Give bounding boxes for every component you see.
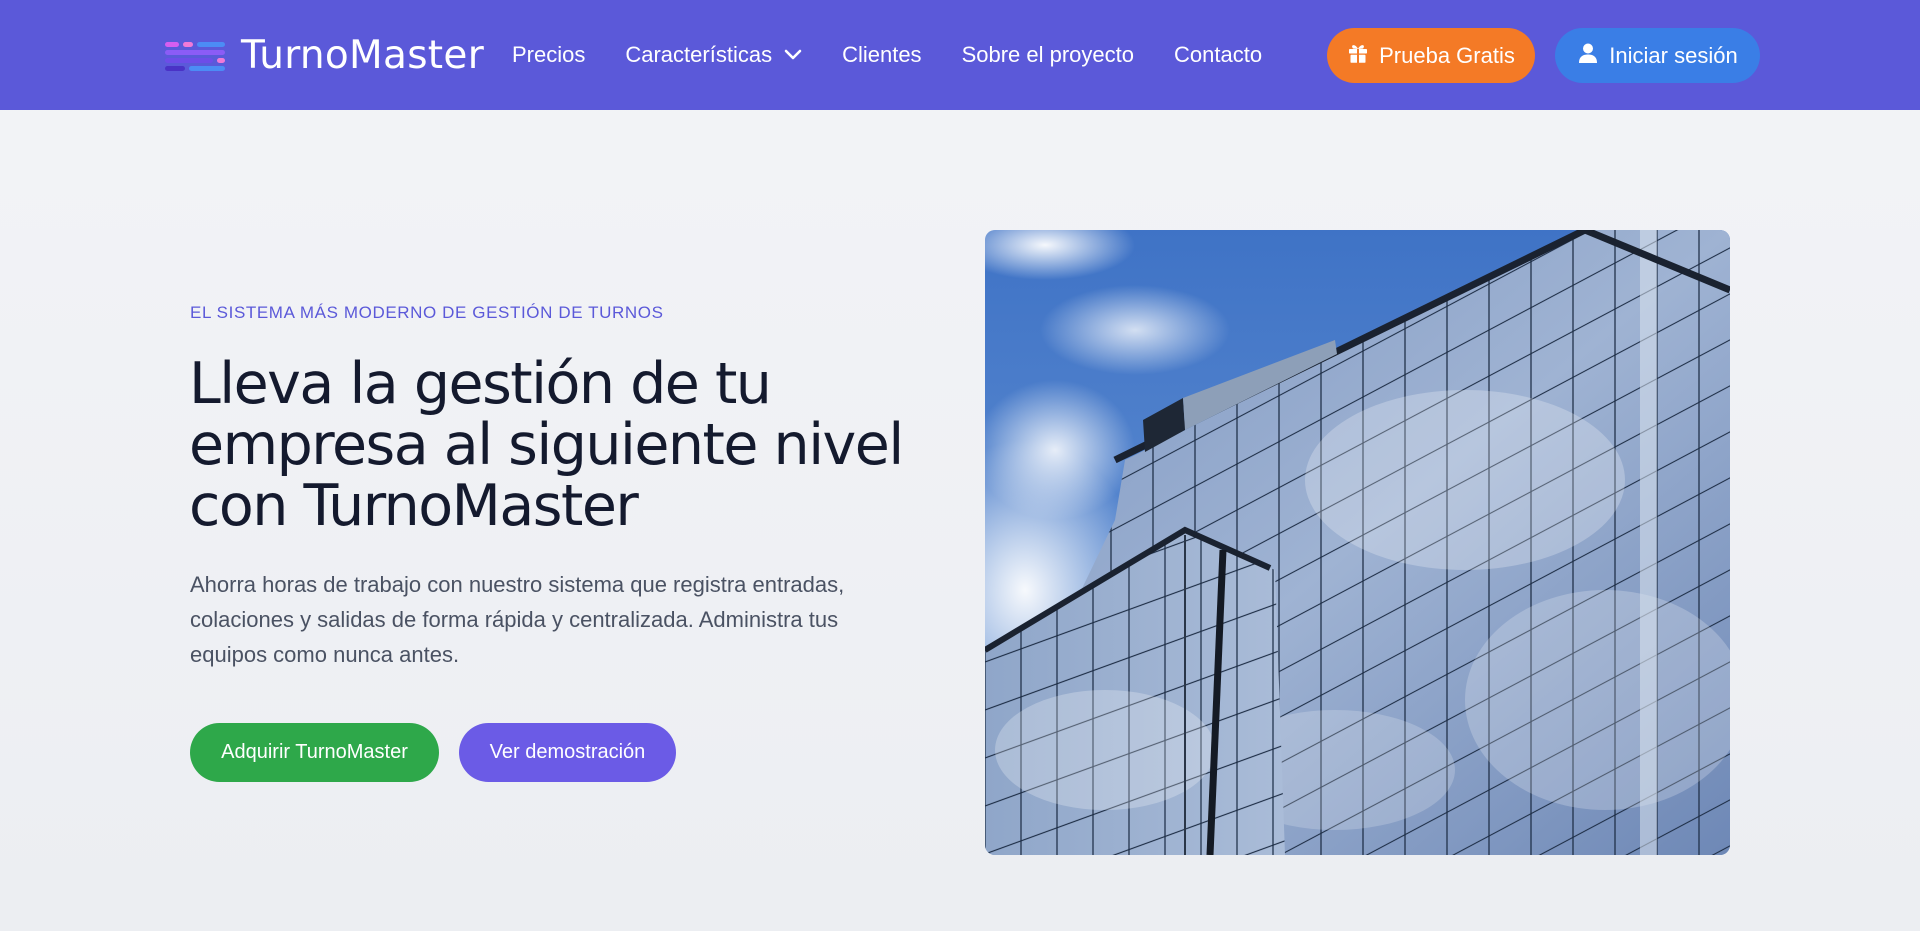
nav-item-label: Precios: [512, 42, 586, 67]
user-icon: [1577, 42, 1599, 70]
nav-item-label: Características: [625, 42, 773, 67]
gift-icon: [1347, 42, 1369, 70]
brand[interactable]: TurnoMaster: [165, 30, 484, 80]
main-nav: Precios Características Clientes Sobre e…: [512, 36, 1302, 74]
nav-item-precios[interactable]: Precios: [512, 42, 585, 68]
chevron-down-icon: [784, 49, 802, 61]
nav-item-contacto[interactable]: Contacto: [1174, 42, 1262, 68]
nav-item-label: Contacto: [1174, 42, 1263, 67]
view-demo-button[interactable]: Ver demostración: [459, 723, 676, 782]
hero-headline: Lleva la gestión de tu empresa al siguie…: [189, 351, 904, 539]
demo-button-label: Ver demostración: [489, 741, 646, 763]
hero-eyebrow: EL SISTEMA MÁS MODERNO DE GESTIÓN DE TUR…: [190, 303, 664, 322]
buy-button-label: Adquirir TurnoMaster: [221, 741, 408, 763]
top-navbar: TurnoMaster Precios Características Clie…: [0, 0, 1920, 110]
login-button[interactable]: Iniciar sesión: [1555, 28, 1760, 83]
buy-turnomaster-button[interactable]: Adquirir TurnoMaster: [190, 723, 439, 782]
stacked-bars-logo-icon: [165, 38, 225, 72]
hero-building-image: [985, 230, 1730, 855]
nav-item-caracteristicas[interactable]: Características: [625, 42, 802, 68]
nav-item-sobre-el-proyecto[interactable]: Sobre el proyecto: [962, 42, 1134, 68]
login-label: Iniciar sesión: [1609, 42, 1738, 68]
nav-item-clientes[interactable]: Clientes: [842, 42, 921, 68]
hero-lead: Ahorra horas de trabajo con nuestro sist…: [190, 572, 845, 667]
free-trial-label: Prueba Gratis: [1379, 42, 1515, 68]
nav-item-label: Clientes: [842, 42, 922, 67]
brand-name: TurnoMaster: [241, 32, 485, 78]
nav-item-label: Sobre el proyecto: [961, 42, 1134, 67]
free-trial-button[interactable]: Prueba Gratis: [1327, 28, 1535, 83]
